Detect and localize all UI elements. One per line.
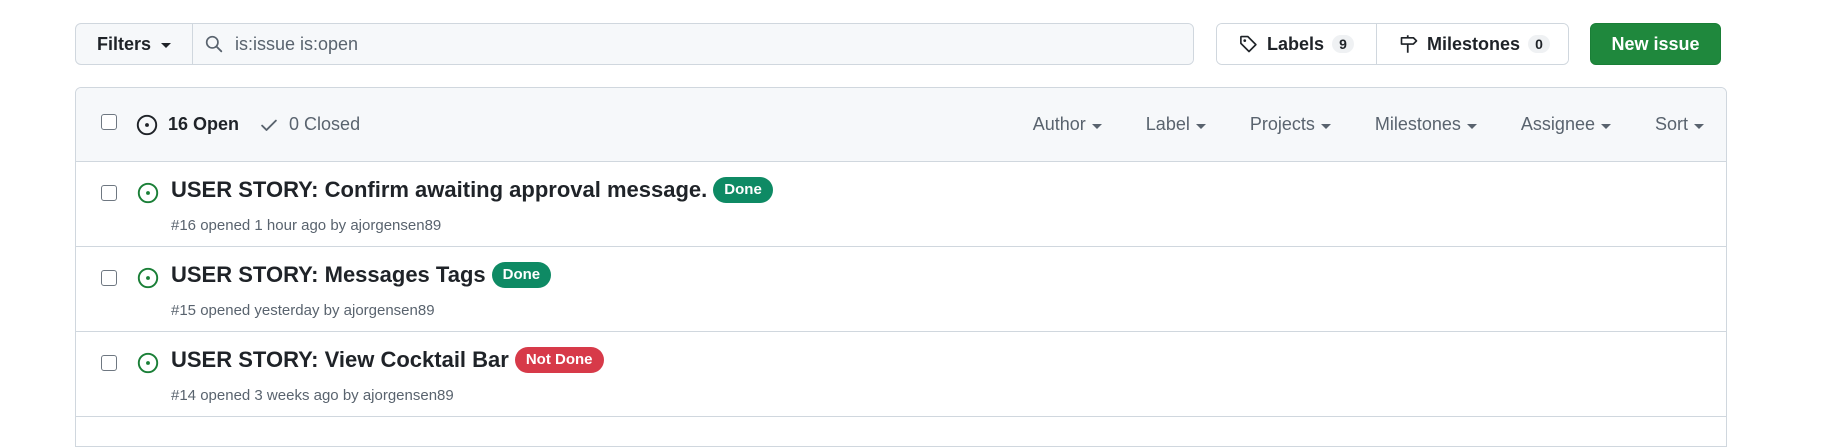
filters-dropdown-button[interactable]: Filters <box>76 24 193 64</box>
issue-opened-text: opened 3 weeks ago by <box>200 387 359 404</box>
issue-opened-icon <box>137 182 159 204</box>
labels-milestones-group: Labels 9 Milestones 0 <box>1216 23 1569 65</box>
labels-button-label: Labels <box>1267 33 1325 54</box>
issue-opened-text: opened yesterday by <box>200 302 340 319</box>
search-icon <box>205 35 223 53</box>
new-issue-button[interactable]: New issue <box>1590 23 1721 65</box>
issue-opened-icon <box>137 352 159 374</box>
select-all-checkbox[interactable] <box>101 114 117 130</box>
issues-toolbar: Filters Labels 9 <box>75 23 1727 65</box>
assignee-filter[interactable]: Assignee <box>1499 114 1633 135</box>
issue-opened-icon <box>136 114 158 135</box>
issue-checkbox[interactable] <box>101 270 117 286</box>
issues-list: 16 Open 0 Closed Author Label Projects M… <box>75 87 1727 447</box>
search-input[interactable] <box>233 32 1137 56</box>
issue-title-link[interactable]: USER STORY: Messages Tags <box>171 262 486 288</box>
issue-checkbox[interactable] <box>101 355 117 371</box>
chevron-down-icon <box>1091 123 1102 129</box>
issue-title-line: USER STORY: Messages Tags Done <box>171 262 552 288</box>
open-issues-count: 16 Open <box>168 114 240 134</box>
chevron-down-icon <box>1694 123 1704 129</box>
assignee-filter-label: Assignee <box>1520 114 1595 134</box>
issue-opened-icon <box>137 267 159 289</box>
milestones-button-label: Milestones <box>1427 33 1521 54</box>
filter-search-group: Filters <box>75 23 1194 65</box>
issue-title-line: USER STORY: View Cocktail Bar Not Done <box>171 347 604 373</box>
filters-button-label: Filters <box>96 33 152 54</box>
issue-row: USER STORY: Messages Tags Done #15 opene… <box>76 247 1726 332</box>
issue-number: #15 <box>171 302 197 319</box>
sort-label: Sort <box>1654 114 1688 134</box>
author-filter[interactable]: Author <box>1011 114 1124 135</box>
issue-number: #16 <box>171 217 197 234</box>
issue-title-line: USER STORY: Confirm awaiting approval me… <box>171 177 773 203</box>
closed-issues-count: 0 Closed <box>289 114 361 134</box>
issue-title-link[interactable]: USER STORY: Confirm awaiting approval me… <box>171 177 707 203</box>
issue-meta: #14 opened 3 weeks ago by ajorgensen89 <box>171 387 454 404</box>
milestone-icon <box>1400 35 1418 53</box>
issue-title-link[interactable]: USER STORY: View Cocktail Bar <box>171 347 509 373</box>
chevron-down-icon <box>161 42 172 48</box>
label-filter-label: Label <box>1145 114 1190 134</box>
search-box[interactable] <box>193 24 1193 64</box>
issue-state-toggle: 16 Open 0 Closed <box>136 88 360 161</box>
issue-label-done[interactable]: Done <box>713 177 773 203</box>
chevron-down-icon <box>1466 123 1477 129</box>
issue-author-link[interactable]: ajorgensen89 <box>350 217 441 234</box>
issue-meta: #16 opened 1 hour ago by ajorgensen89 <box>171 217 441 234</box>
issues-list-header: 16 Open 0 Closed Author Label Projects M… <box>76 88 1726 162</box>
chevron-down-icon <box>1320 123 1331 129</box>
tag-icon <box>1240 35 1257 53</box>
milestones-filter[interactable]: Milestones <box>1353 114 1499 135</box>
milestones-count-badge: 0 <box>1528 35 1551 53</box>
issue-author-link[interactable]: ajorgensen89 <box>344 302 435 319</box>
author-filter-label: Author <box>1032 114 1086 134</box>
chevron-down-icon <box>1600 123 1611 129</box>
labels-button[interactable]: Labels 9 <box>1217 24 1377 64</box>
issue-number: #14 <box>171 387 197 404</box>
issues-page: Filters Labels 9 <box>0 0 1848 447</box>
label-filter[interactable]: Label <box>1124 114 1228 135</box>
issue-label-not-done[interactable]: Not Done <box>514 347 604 373</box>
open-issues-tab[interactable]: 16 Open <box>136 114 239 136</box>
issue-meta: #15 opened yesterday by ajorgensen89 <box>171 302 435 319</box>
issue-label-done[interactable]: Done <box>491 262 552 288</box>
issue-author-link[interactable]: ajorgensen89 <box>363 387 454 404</box>
labels-count-badge: 9 <box>1332 35 1355 53</box>
projects-filter[interactable]: Projects <box>1228 114 1353 135</box>
issue-opened-text: opened 1 hour ago by <box>200 217 347 234</box>
projects-filter-label: Projects <box>1249 114 1315 134</box>
chevron-down-icon <box>1195 123 1206 129</box>
closed-issues-tab[interactable]: 0 Closed <box>259 114 360 135</box>
issue-row: USER STORY: View Cocktail Bar Not Done #… <box>76 332 1726 417</box>
issue-row: USER STORY: Confirm awaiting approval me… <box>76 162 1726 247</box>
list-filters: Author Label Projects Milestones Assigne… <box>1011 88 1726 161</box>
milestones-filter-label: Milestones <box>1374 114 1461 134</box>
milestones-button[interactable]: Milestones 0 <box>1376 24 1568 64</box>
check-icon <box>261 119 277 131</box>
sort-dropdown[interactable]: Sort <box>1633 114 1726 135</box>
issue-checkbox[interactable] <box>101 185 117 201</box>
